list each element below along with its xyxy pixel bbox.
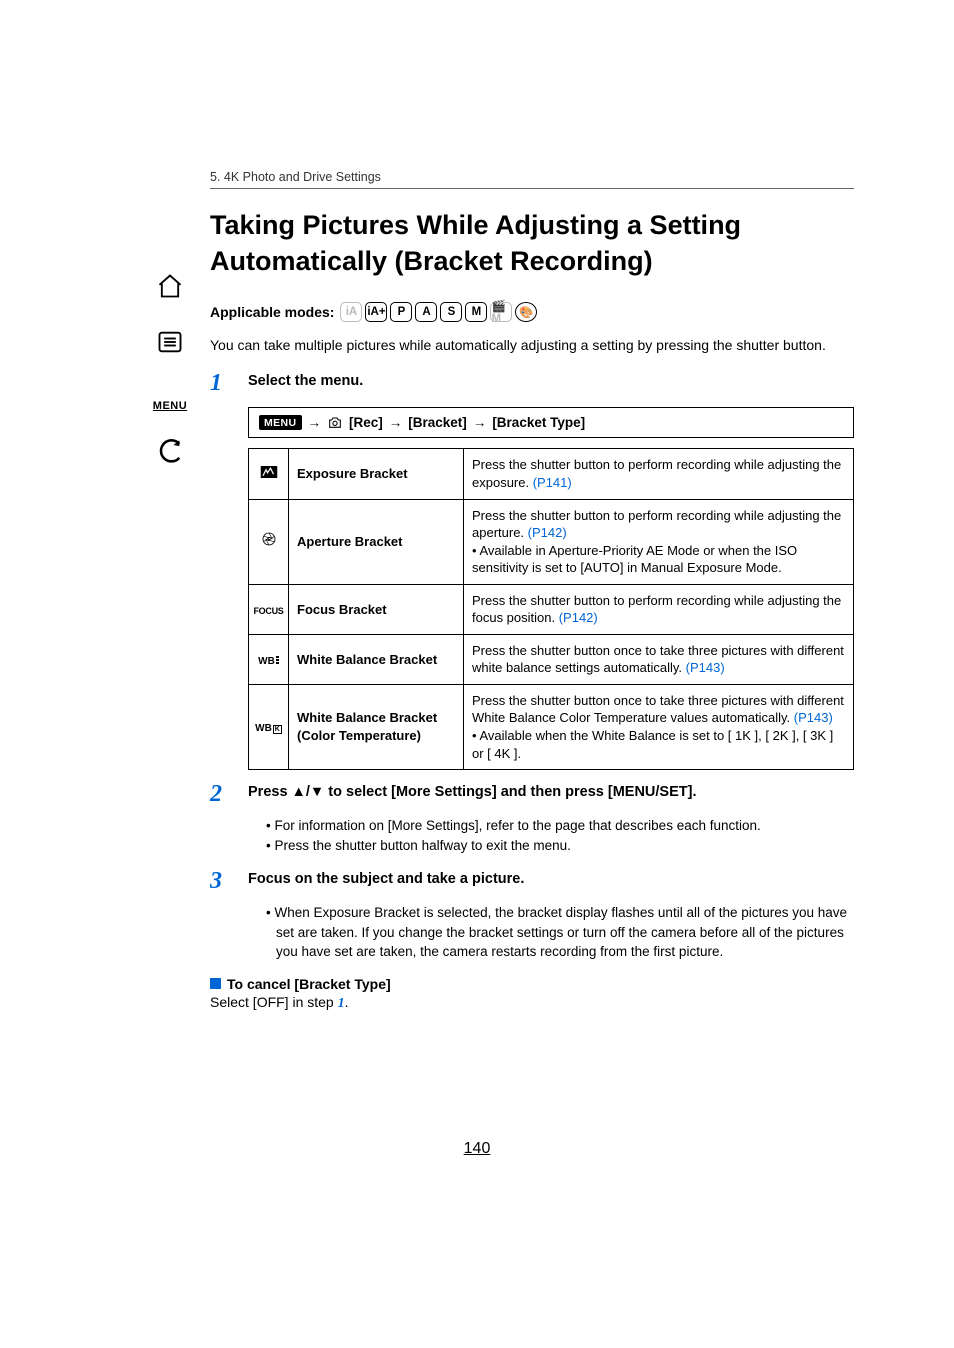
intro-text: You can take multiple pictures while aut… [210, 336, 854, 356]
cancel-body-after: . [345, 994, 349, 1010]
menu-rec: [Rec] [349, 415, 383, 430]
bracket-description: Press the shutter button to perform reco… [464, 499, 854, 584]
cancel-heading: To cancel [Bracket Type] [227, 976, 391, 992]
page-title: Taking Pictures While Adjusting a Settin… [210, 207, 854, 280]
focus-icon: FOCUS [249, 584, 289, 634]
step-number: 2 [210, 782, 236, 806]
bracket-options-table: Exposure BracketPress the shutter button… [248, 448, 854, 770]
step-3: 3 Focus on the subject and take a pictur… [210, 869, 854, 893]
camera-icon [327, 416, 343, 430]
step-3-notes: When Exposure Bracket is selected, the b… [266, 903, 854, 962]
step-2: 2 Press ▲/▼ to select [More Settings] an… [210, 782, 854, 806]
applicable-modes-row: Applicable modes: iAiA+PASM🎬M🎨 [210, 302, 854, 322]
step-title: Select the menu. [248, 371, 854, 393]
menu-chip: MENU [259, 415, 302, 430]
page-link[interactable]: (P141) [533, 475, 572, 490]
bracket-name: Focus Bracket [289, 584, 464, 634]
table-row: WBWhite Balance BracketPress the shutter… [249, 634, 854, 684]
step-title: Press ▲/▼ to select [More Settings] and … [248, 782, 854, 804]
bracket-description: Press the shutter button to perform reco… [464, 584, 854, 634]
page-link[interactable]: (P143) [794, 710, 833, 725]
note-item: For information on [More Settings], refe… [266, 816, 854, 836]
bracket-description: Press the shutter button once to take th… [464, 684, 854, 769]
cancel-body: Select [OFF] in step 1. [210, 994, 854, 1012]
mode-badge: iA [340, 302, 362, 322]
menu-path: MENU → [Rec] → [Bracket] → [Bracket Type… [248, 407, 854, 438]
page-link[interactable]: (P142) [559, 610, 598, 625]
menu-bracket-type: [Bracket Type] [492, 415, 585, 430]
table-row: FAperture BracketPress the shutter butto… [249, 499, 854, 584]
step-number: 1 [210, 371, 236, 395]
divider [210, 188, 854, 189]
menu-bracket: [Bracket] [408, 415, 467, 430]
note-item: When Exposure Bracket is selected, the b… [266, 903, 854, 962]
mode-badge: 🎨 [515, 302, 537, 322]
table-row: Exposure BracketPress the shutter button… [249, 449, 854, 499]
note-item: Press the shutter button halfway to exit… [266, 836, 854, 856]
wbk-icon: WBK [249, 684, 289, 769]
aperture-icon: F [249, 499, 289, 584]
mode-badge: 🎬M [490, 302, 512, 322]
step-ref: 1 [338, 996, 345, 1011]
square-bullet-icon [210, 978, 221, 989]
step-1: 1 Select the menu. [210, 371, 854, 395]
bracket-description: Press the shutter button once to take th… [464, 634, 854, 684]
mode-badge: S [440, 302, 462, 322]
bracket-description: Press the shutter button to perform reco… [464, 449, 854, 499]
ev-icon [249, 449, 289, 499]
page-link[interactable]: (P142) [528, 525, 567, 540]
cancel-heading-row: To cancel [Bracket Type] [210, 976, 854, 992]
arrow-icon: → [473, 415, 487, 430]
step-number: 3 [210, 869, 236, 893]
applicable-label: Applicable modes: [210, 304, 334, 320]
mode-badge: M [465, 302, 487, 322]
arrow-icon: → [308, 415, 322, 430]
page-number: 140 [464, 1140, 491, 1158]
mode-badges: iAiA+PASM🎬M🎨 [340, 302, 537, 322]
cancel-body-before: Select [OFF] in step [210, 994, 338, 1010]
bracket-name: White Balance Bracket (Color Temperature… [289, 684, 464, 769]
table-row: FOCUSFocus BracketPress the shutter butt… [249, 584, 854, 634]
bracket-name: Aperture Bracket [289, 499, 464, 584]
table-row: WBKWhite Balance Bracket (Color Temperat… [249, 684, 854, 769]
step-title: Focus on the subject and take a picture. [248, 869, 854, 891]
mode-badge: A [415, 302, 437, 322]
step-2-notes: For information on [More Settings], refe… [266, 816, 854, 855]
page-link[interactable]: (P143) [686, 660, 725, 675]
mode-badge: iA+ [365, 302, 387, 322]
bracket-name: Exposure Bracket [289, 449, 464, 499]
wb-icon: WB [249, 634, 289, 684]
breadcrumb: 5. 4K Photo and Drive Settings [210, 170, 854, 184]
mode-badge: P [390, 302, 412, 322]
bracket-name: White Balance Bracket [289, 634, 464, 684]
arrow-icon: → [389, 415, 403, 430]
